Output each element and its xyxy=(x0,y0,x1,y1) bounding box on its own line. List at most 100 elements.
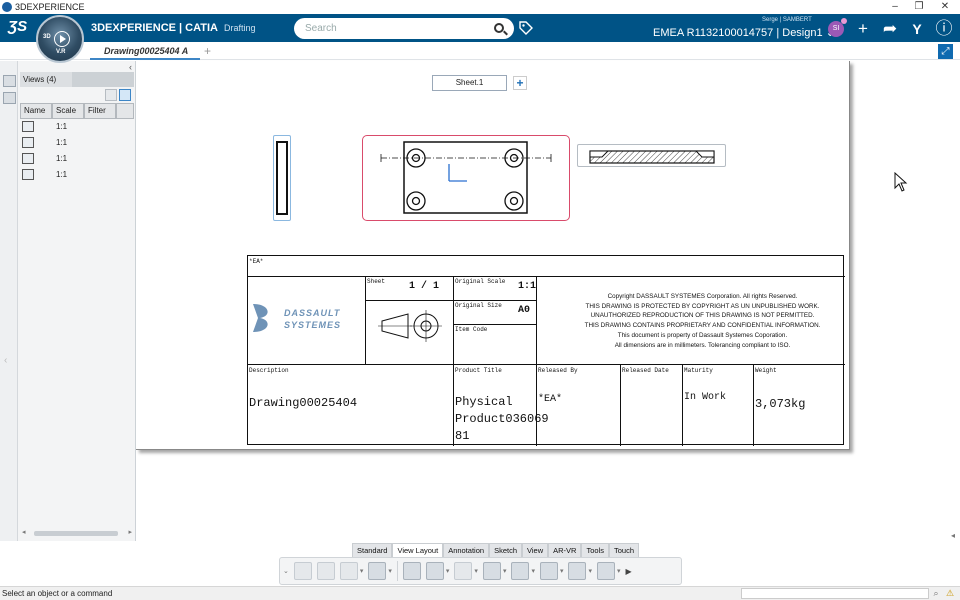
scrollbar-thumb[interactable] xyxy=(34,531,118,536)
section-tools[interactable]: Tools xyxy=(581,543,609,557)
left-strip: ‹ xyxy=(0,61,18,541)
drawing-canvas[interactable]: Sheet.1 + *EA* DASSAULT SYSTEMES Sheet 1… xyxy=(136,61,960,541)
column-header-filter[interactable]: Filter xyxy=(84,103,116,119)
expand-left-icon[interactable]: ‹ xyxy=(4,355,7,366)
add-icon[interactable]: + xyxy=(853,19,873,39)
undo-icon[interactable] xyxy=(368,562,387,580)
original-size-label: Original Size xyxy=(455,302,502,309)
book-dropdown-icon[interactable]: ▾ xyxy=(446,567,450,575)
projection-view-icon xyxy=(22,169,34,180)
app-logo-icon xyxy=(2,2,12,12)
views-table-header: Name Scale Filter xyxy=(20,103,134,119)
column-header-scale[interactable]: Scale xyxy=(52,103,84,119)
tree-icon[interactable] xyxy=(3,75,16,87)
book-icon[interactable] xyxy=(425,562,444,580)
table-row[interactable]: 1:1 xyxy=(20,151,130,167)
settings-icon[interactable] xyxy=(454,562,473,580)
views-panel: ‹ Views (4) Name Scale Filter 1:1 1:1 1:… xyxy=(18,61,136,541)
search-placeholder: Search xyxy=(305,23,337,34)
table-row[interactable]: 1:1 xyxy=(20,119,130,135)
tab-drawing[interactable]: Drawing00025404 A xyxy=(90,42,200,60)
section-dropdown-icon[interactable]: ▾ xyxy=(531,567,535,575)
original-scale-label: Original Scale xyxy=(455,278,506,285)
new-tab-button[interactable]: + xyxy=(204,44,211,58)
add-sheet-button[interactable]: + xyxy=(513,76,527,90)
zoom-icon[interactable] xyxy=(402,562,421,580)
projection-dropdown-icon[interactable]: ▾ xyxy=(503,567,507,575)
section-standard[interactable]: Standard xyxy=(352,543,393,557)
panel-horizontal-scrollbar[interactable]: ◂ ▸ xyxy=(22,529,132,537)
command-search-icon[interactable]: ⌕ xyxy=(931,588,941,599)
grid-view-icon[interactable] xyxy=(105,89,117,101)
view-scale: 1:1 xyxy=(56,170,68,179)
more-tools-icon[interactable]: ▶ xyxy=(626,567,632,576)
paste-icon[interactable] xyxy=(339,562,358,580)
fullscreen-icon[interactable]: ⤢ xyxy=(938,44,953,59)
projection-symbol-icon xyxy=(378,310,442,342)
list-view-icon[interactable] xyxy=(119,89,131,101)
front-view-selected[interactable] xyxy=(362,135,570,221)
compass-button[interactable]: 3D V.R xyxy=(36,15,84,63)
title-block[interactable]: *EA* DASSAULT SYSTEMES Sheet 1 / 1 Origi xyxy=(247,255,845,446)
copyright-line: Copyright DASSAULT SYSTEMES Corporation.… xyxy=(607,293,798,300)
tag-icon[interactable] xyxy=(519,21,533,35)
section-touch[interactable]: Touch xyxy=(608,543,639,557)
table-row[interactable]: 1:1 xyxy=(20,135,130,151)
copy-icon[interactable] xyxy=(316,562,335,580)
sheet-tab[interactable]: Sheet.1 xyxy=(432,75,507,91)
undo-dropdown-icon[interactable]: ▾ xyxy=(388,567,392,575)
scroll-corner-icon[interactable]: ◂ xyxy=(951,531,955,540)
layers-icon[interactable] xyxy=(3,92,16,104)
paste-dropdown-icon[interactable]: ▾ xyxy=(360,567,364,575)
minimize-icon[interactable]: – xyxy=(882,0,908,14)
projection-view-tool-icon[interactable] xyxy=(482,562,501,580)
title-block-top-label: *EA* xyxy=(249,258,264,265)
original-scale-value: 1:1 xyxy=(518,281,537,292)
weight-label: Weight xyxy=(755,367,777,374)
collapse-panel-icon[interactable]: ‹ xyxy=(129,62,132,72)
compass-3d-label: 3D xyxy=(43,34,51,40)
section-ar-vr[interactable]: AR-VR xyxy=(548,543,582,557)
brand-app-name: Drafting xyxy=(224,23,256,33)
section-view-icon xyxy=(22,137,34,148)
toolbar-separator xyxy=(396,561,398,581)
cut-icon[interactable] xyxy=(293,562,312,580)
toolbar-menu-icon[interactable]: ⌄ xyxy=(283,567,289,575)
product-title-value: Physical xyxy=(455,395,513,409)
settings-dropdown-icon[interactable]: ▾ xyxy=(474,567,478,575)
break-view-tool-icon[interactable] xyxy=(568,562,587,580)
document-tab-bar: Drawing00025404 A + xyxy=(0,42,960,60)
share-icon[interactable]: ➦ xyxy=(880,19,900,39)
top-view[interactable] xyxy=(577,144,726,167)
ds-logo-icon[interactable]: ƷS xyxy=(8,18,27,35)
play-icon xyxy=(54,31,70,47)
section-view[interactable]: View xyxy=(522,543,549,557)
section-view-tool-icon[interactable] xyxy=(511,562,530,580)
search-box[interactable]: Search xyxy=(294,18,514,39)
detail-view-tool-icon[interactable] xyxy=(539,562,558,580)
drawing-sheet[interactable]: Sheet.1 + *EA* DASSAULT SYSTEMES Sheet 1… xyxy=(136,61,850,450)
column-header-name[interactable]: Name xyxy=(20,103,52,119)
search-icon[interactable] xyxy=(494,23,504,33)
apps-icon[interactable]: Y xyxy=(907,19,927,39)
detail-dropdown-icon[interactable]: ▾ xyxy=(560,567,564,575)
side-view[interactable] xyxy=(273,135,291,221)
section-view-layout[interactable]: View Layout xyxy=(392,543,444,557)
section-annotation[interactable]: Annotation xyxy=(443,543,490,557)
warning-icon[interactable]: ⚠ xyxy=(945,588,955,599)
weight-value: 3,073kg xyxy=(755,397,806,411)
scroll-right-icon[interactable]: ▸ xyxy=(128,528,132,536)
close-icon[interactable]: ✕ xyxy=(932,0,958,14)
view-scale: 1:1 xyxy=(56,154,68,163)
table-row[interactable]: 1:1 xyxy=(20,167,130,183)
restore-icon[interactable]: ❐ xyxy=(906,0,932,14)
help-icon[interactable]: ⓘ xyxy=(934,19,954,39)
views-tab[interactable]: Views (4) xyxy=(20,72,72,87)
tenant-selector[interactable]: EMEA R1132100014757 | Design1 ⌄ xyxy=(653,26,835,39)
break-dropdown-icon[interactable]: ▾ xyxy=(588,567,592,575)
section-sketch[interactable]: Sketch xyxy=(489,543,522,557)
scroll-left-icon[interactable]: ◂ xyxy=(22,528,26,536)
frame-dropdown-icon[interactable]: ▾ xyxy=(617,567,621,575)
frame-tool-icon[interactable] xyxy=(597,562,615,580)
command-input[interactable] xyxy=(741,588,929,599)
